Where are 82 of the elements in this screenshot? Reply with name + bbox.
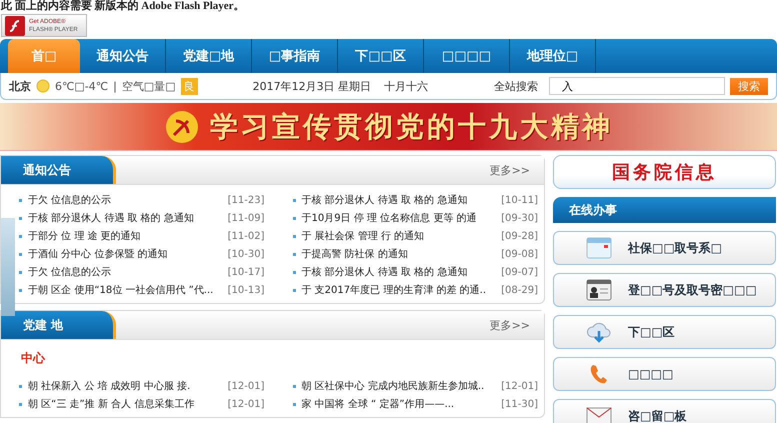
service-button[interactable]: 下□□区 xyxy=(553,315,776,349)
notice-link[interactable]: 于核 部分退休人 待遇 取 格的 急通知 xyxy=(302,265,498,279)
air-quality-label: 空气□量□ xyxy=(122,78,176,94)
news-date: [12-01] xyxy=(501,380,538,392)
notice-link[interactable]: 于部分 位 理 途 更的通知 xyxy=(28,229,224,243)
envelope-icon xyxy=(586,405,612,423)
emblem-icon xyxy=(164,108,200,144)
news-link[interactable]: 朝 区“三 走”推 新 合人 信息采集工作 xyxy=(28,397,224,411)
service-button[interactable]: 社保□□取号系□ xyxy=(553,231,776,265)
bullet-icon xyxy=(292,384,296,388)
notice-link[interactable]: 于核 部分退休人 待遇 取 格的 急通知 xyxy=(28,211,224,225)
service-button[interactable]: □□□□ xyxy=(553,357,776,391)
air-quality-badge: 良 xyxy=(180,78,198,94)
notice-link[interactable]: 于欠 位信息的公示 xyxy=(28,265,224,279)
city-label: 北京 xyxy=(9,78,31,94)
lunar-date-text: 十月十六 xyxy=(384,78,428,94)
notice-date: [11-02] xyxy=(228,230,264,242)
bullet-icon xyxy=(19,402,22,406)
nav-tab[interactable]: □□□□ xyxy=(424,39,510,73)
more-link[interactable]: 更多>> xyxy=(490,318,530,332)
service-button[interactable]: 咨□留□板 xyxy=(553,399,776,423)
bullet-icon xyxy=(292,234,296,238)
notice-date: [10-11] xyxy=(501,194,538,206)
notice-date: [09-30] xyxy=(501,212,538,224)
news-date: [11-30] xyxy=(501,398,538,410)
bullet-icon xyxy=(19,288,22,292)
notice-link[interactable]: 于提高警 防社保 的通知 xyxy=(302,247,498,261)
bullet-icon xyxy=(292,402,296,406)
banner-title: 学习宣传贯彻党的十九大精神 xyxy=(210,108,613,144)
notice-date: [09-28] xyxy=(501,230,538,242)
bullet-icon xyxy=(292,198,296,202)
news-link[interactable]: 朝 区社保中心 完成内地民族新生参加城.. xyxy=(302,379,498,393)
more-link[interactable]: 更多>> xyxy=(490,162,530,178)
nav-tab[interactable]: 通知公告 xyxy=(80,39,166,73)
bullet-icon xyxy=(292,288,296,292)
notice-link[interactable]: 于 支2017年度已 理的生育津 的差 的通.. xyxy=(302,283,498,297)
floating-ad-photo[interactable] xyxy=(1,218,15,316)
bullet-icon xyxy=(19,270,22,274)
bullet-icon xyxy=(19,384,22,388)
bullet-icon xyxy=(292,252,296,256)
state-council-banner[interactable]: 国务院信息 xyxy=(553,155,776,189)
news-link[interactable]: 朝 社保新入 公 培 成效明 中心服 接. xyxy=(28,379,224,393)
notice-date: [10-17] xyxy=(228,266,264,278)
temperature-text: 6℃□-4℃ xyxy=(55,80,108,92)
nav-tab[interactable]: □事指南 xyxy=(252,39,338,73)
news-date: [12-01] xyxy=(228,380,264,392)
bullet-icon xyxy=(19,252,22,256)
search-field[interactable]: 入 xyxy=(549,77,725,95)
notice-date: [11-09] xyxy=(228,212,264,224)
notice-link[interactable]: 于酒仙 分中心 位参保暨 的通知 xyxy=(28,247,224,261)
bullet-icon xyxy=(292,270,296,274)
flash-logo-icon xyxy=(5,16,25,36)
notice-date: [10-13] xyxy=(228,284,264,296)
service-button[interactable]: 登□□号及取号密□□□ xyxy=(553,273,776,307)
bullet-icon xyxy=(19,216,22,220)
notice-date: [10-30] xyxy=(228,248,264,260)
nav-tab[interactable]: 党建□地 xyxy=(166,39,252,73)
search-label: 全站搜索 xyxy=(494,78,538,94)
notice-link[interactable]: 于10月9日 停 理 位名称信息 更等 的通 xyxy=(302,211,498,225)
bullet-icon xyxy=(292,216,296,220)
separator-text: | xyxy=(113,80,117,92)
notice-date: [09-08] xyxy=(501,248,538,260)
cloud-download-icon xyxy=(586,321,612,343)
date-text: 2017年12月3日 星期日 xyxy=(252,78,372,94)
notice-date: [08-29] xyxy=(501,284,538,296)
bullet-icon xyxy=(19,234,22,238)
section-subheading: 中心 xyxy=(20,350,46,367)
news-link[interactable]: 家 中国将 全球 “ 定器”作用——... xyxy=(302,397,498,411)
notice-link[interactable]: 于 展社会保 管理 行 的通知 xyxy=(302,229,498,243)
online-services-title: 在线办事 xyxy=(568,202,617,218)
browser-window-icon xyxy=(586,237,612,259)
nav-tab[interactable]: 下□□区 xyxy=(338,39,424,73)
notice-link[interactable]: 于核 部分退休人 待遇 取 格的 急通知 xyxy=(302,193,498,207)
contact-card-icon xyxy=(586,279,612,301)
notice-date: [09-07] xyxy=(501,266,538,278)
sun-icon xyxy=(36,79,50,93)
notice-link[interactable]: 于朝 区企 使用“18位 一社会信用代 ”代... xyxy=(28,283,224,297)
notice-date: [11-23] xyxy=(228,194,264,206)
bullet-icon xyxy=(19,198,22,202)
nav-tab[interactable]: 地理位□ xyxy=(510,39,596,73)
notice-link[interactable]: 于欠 位信息的公示 xyxy=(28,193,224,207)
news-date: [12-01] xyxy=(228,398,264,410)
